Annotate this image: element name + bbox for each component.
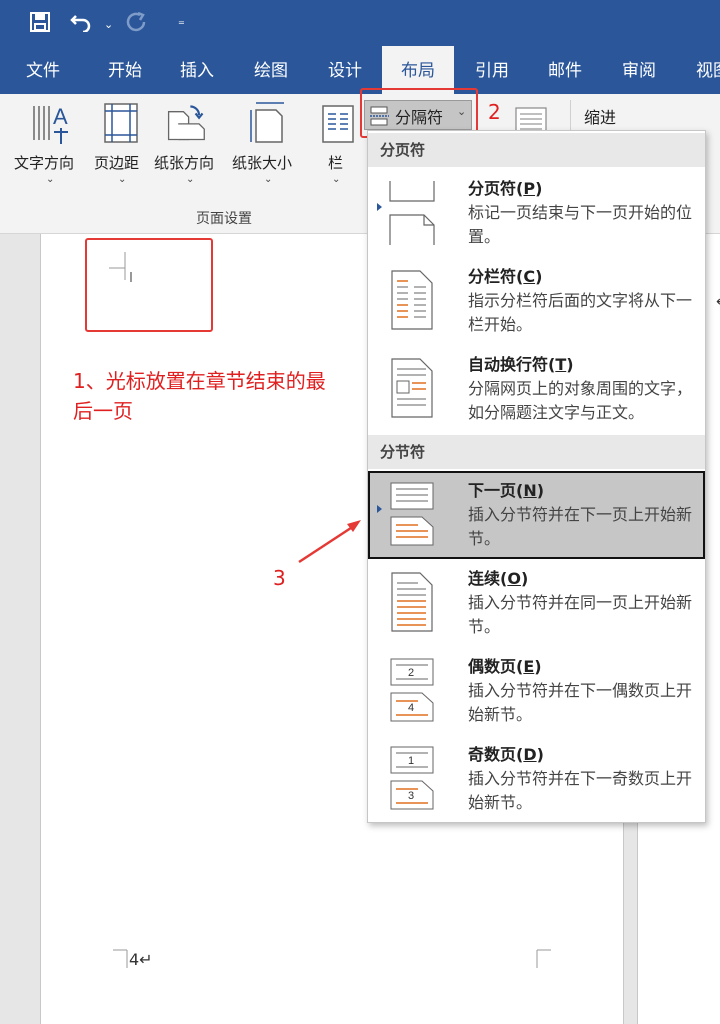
ribbon-tabs: 文件 开始 插入 绘图 设计 布局 引用 邮件 审阅 视图 bbox=[0, 46, 720, 94]
even-page-title: 偶数页(E) bbox=[468, 657, 542, 676]
arrow-icon: ← bbox=[716, 294, 720, 310]
indent-label: 缩进 bbox=[584, 108, 617, 127]
margins-icon bbox=[104, 103, 138, 143]
chevron-down-icon: ⌄ bbox=[186, 174, 195, 185]
chevron-down-icon: ⌄ bbox=[46, 174, 55, 185]
svg-text:1: 1 bbox=[408, 755, 414, 767]
column-break-desc: 指示分栏符后面的文字将从下一栏开始。 bbox=[468, 291, 693, 334]
margins-label: 页边距 bbox=[94, 154, 140, 172]
annotation-step-2: 2 bbox=[488, 100, 501, 124]
text-wrapping-icon bbox=[391, 358, 433, 418]
undo-icon[interactable] bbox=[70, 12, 92, 32]
page-break-title: 分页符(P) bbox=[468, 179, 543, 198]
page-break-desc: 标记一页结束与下一页开始的位置。 bbox=[468, 203, 693, 246]
tab-layout[interactable]: 布局 bbox=[382, 46, 454, 94]
breaks-dropdown-menu: 分页符 分页符(P) 标记一页结束与下一页开始的位置。 分栏符(C) 指示分栏符… bbox=[367, 130, 706, 823]
size-label: 纸张大小 bbox=[232, 154, 293, 172]
tab-draw[interactable]: 绘图 bbox=[242, 46, 300, 94]
quick-access-toolbar: ⌄ ₌ bbox=[0, 0, 720, 46]
page-number: 4↵ bbox=[129, 950, 153, 969]
continuous-title: 连续(O) bbox=[468, 569, 529, 588]
text-direction-button[interactable]: A 文字方向 ⌄ bbox=[10, 94, 90, 204]
column-break-icon bbox=[391, 270, 433, 330]
tab-view[interactable]: 视图 bbox=[684, 46, 720, 94]
orientation-icon bbox=[167, 105, 205, 141]
page-break-item[interactable]: 分页符(P) 标记一页结束与下一页开始的位置。 bbox=[368, 169, 705, 257]
odd-page-title: 奇数页(D) bbox=[468, 745, 544, 764]
page-corner-mark-bottom-right bbox=[536, 949, 551, 968]
columns-icon bbox=[322, 105, 354, 143]
text-direction-label: 文字方向 bbox=[14, 154, 75, 172]
default-marker-icon bbox=[377, 203, 382, 211]
size-button[interactable]: 纸张大小 ⌄ bbox=[230, 94, 306, 204]
section-breaks-header: 分节符 bbox=[368, 435, 705, 469]
page-setup-group-label: 页面设置 bbox=[196, 211, 252, 227]
columns-label: 栏 bbox=[328, 154, 344, 172]
continuous-section-break-item[interactable]: 连续(O) 插入分节符并在同一页上开始新节。 bbox=[368, 559, 705, 647]
save-icon[interactable] bbox=[30, 12, 50, 32]
column-break-title: 分栏符(C) bbox=[468, 267, 543, 286]
text-wrapping-break-item[interactable]: 自动换行符(T) 分隔网页上的对象周围的文字，如分隔题注文字与正文。 bbox=[368, 345, 705, 433]
annotation-box-cursor bbox=[85, 238, 213, 332]
annotation-step-3: 3 bbox=[273, 566, 286, 590]
column-break-item[interactable]: 分栏符(C) 指示分栏符后面的文字将从下一栏开始。 bbox=[368, 257, 705, 345]
orientation-label: 纸张方向 bbox=[154, 154, 215, 172]
tab-references[interactable]: 引用 bbox=[463, 46, 521, 94]
text-wrapping-title: 自动换行符(T) bbox=[468, 355, 574, 374]
tab-insert[interactable]: 插入 bbox=[168, 46, 226, 94]
tab-design[interactable]: 设计 bbox=[316, 46, 374, 94]
even-page-desc: 插入分节符并在下一偶数页上开始新节。 bbox=[468, 681, 693, 724]
continuous-icon bbox=[391, 572, 433, 632]
orientation-button[interactable]: 纸张方向 ⌄ bbox=[152, 94, 228, 204]
redo-icon bbox=[126, 12, 146, 32]
chevron-down-icon: ⌄ bbox=[332, 174, 341, 185]
chevron-down-icon: ⌄ bbox=[118, 174, 127, 185]
customize-qat-icon[interactable]: ₌ bbox=[178, 10, 185, 34]
margins-button[interactable]: 页边距 ⌄ bbox=[92, 94, 152, 204]
size-icon bbox=[250, 102, 284, 143]
text-direction-icon: A bbox=[33, 104, 68, 144]
next-page-title: 下一页(N) bbox=[468, 481, 545, 500]
odd-page-icon: 1 3 bbox=[390, 746, 434, 810]
page-break-icon bbox=[389, 181, 435, 245]
svg-text:2: 2 bbox=[408, 667, 414, 679]
annotation-arrow-icon bbox=[298, 520, 361, 564]
odd-page-section-break-item[interactable]: 1 3 奇数页(D) 插入分节符并在下一奇数页上开始新节。 bbox=[368, 735, 705, 823]
chevron-down-icon: ⌄ bbox=[264, 174, 273, 185]
tab-file[interactable]: 文件 bbox=[14, 46, 72, 94]
annotation-step-1: 1、光标放置在章节结束的最后一页 bbox=[73, 369, 326, 423]
svg-text:4: 4 bbox=[408, 702, 414, 714]
next-page-icon bbox=[390, 482, 434, 546]
page-corner-mark-bottom-left bbox=[113, 949, 128, 968]
odd-page-desc: 插入分节符并在下一奇数页上开始新节。 bbox=[468, 769, 693, 812]
next-page-desc: 插入分节符并在下一页上开始新节。 bbox=[468, 505, 693, 548]
svg-text:A: A bbox=[53, 104, 68, 129]
default-marker-icon bbox=[377, 505, 382, 513]
text-wrapping-desc: 分隔网页上的对象周围的文字，如分隔题注文字与正文。 bbox=[468, 379, 693, 422]
tab-review[interactable]: 审阅 bbox=[610, 46, 668, 94]
continuous-desc: 插入分节符并在同一页上开始新节。 bbox=[468, 593, 693, 636]
even-page-icon: 2 4 bbox=[390, 658, 434, 722]
undo-dropdown-chevron-icon[interactable]: ⌄ bbox=[104, 13, 113, 37]
tab-home[interactable]: 开始 bbox=[96, 46, 154, 94]
next-page-section-break-item[interactable]: 下一页(N) 插入分节符并在下一页上开始新节。 bbox=[368, 471, 705, 559]
page-breaks-header: 分页符 bbox=[368, 133, 705, 167]
svg-text:3: 3 bbox=[408, 790, 414, 802]
tab-mailings[interactable]: 邮件 bbox=[536, 46, 594, 94]
even-page-section-break-item[interactable]: 2 4 偶数页(E) 插入分节符并在下一偶数页上开始新节。 bbox=[368, 647, 705, 735]
columns-button[interactable]: 栏 ⌄ bbox=[316, 94, 356, 204]
